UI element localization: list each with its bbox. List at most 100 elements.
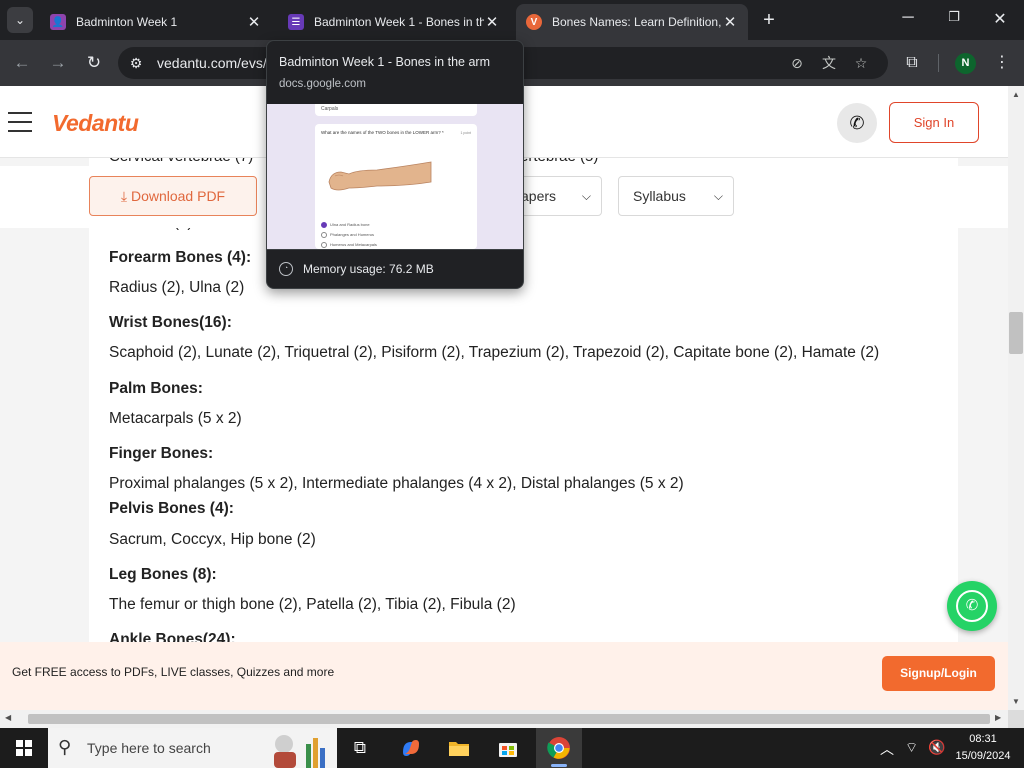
tab-hover-card: Badminton Week 1 - Bones in the arm docs… [266,40,524,289]
tab-badminton-week-1[interactable]: 👤 Badminton Week 1 ✕ [40,4,272,40]
reload-icon[interactable]: ↻ [84,53,104,73]
preview-question: What are the names of the TWO bones in t… [321,130,444,135]
horizontal-scroll-thumb[interactable] [28,714,990,724]
scroll-up-icon[interactable]: ▲ [1008,90,1024,99]
phone-icon[interactable]: ✆ [837,103,877,143]
preview-form-card: Carpals [315,104,477,116]
syllabus-select-label: Syllabus [633,188,686,204]
page-gutter-left [0,158,89,710]
search-icon: ⚲ [58,737,72,757]
restore-icon[interactable]: ❐ [944,9,964,25]
bone-text: Sacrum, Coccyx, Hip bone (2) [109,531,316,548]
bone-heading: Palm Bones: [109,380,203,397]
papers-select-label: apers [521,188,557,204]
search-highlight-illustration-icon [274,735,325,768]
tab-title: Badminton Week 1 - Bones in the arm [314,15,484,29]
site-info-icon[interactable]: ⚙ [126,53,146,73]
tab-badminton-bones[interactable]: ☰ Badminton Week 1 - Bones in the arm ✕ [278,4,510,40]
memory-usage-text: Memory usage: 76.2 MB [303,262,434,276]
bone-heading: Leg Bones (8): [109,566,217,583]
google-forms-icon: ☰ [288,14,304,30]
bone-heading: Wrist Bones(16): [109,314,232,331]
vertical-scrollbar[interactable]: ▲ ▼ [1008,86,1024,710]
copilot-icon[interactable] [399,736,423,760]
hover-card-title: Badminton Week 1 - Bones in the arm [279,55,490,69]
close-tab-icon[interactable]: ✕ [484,13,500,31]
clock-time: 08:31 [969,733,997,745]
vedantu-logo[interactable]: Vedantu [52,110,139,137]
tab-title: Bones Names: Learn Definition, Types and… [552,15,722,29]
vertical-scroll-thumb[interactable] [1009,312,1023,354]
forward-arrow-icon[interactable]: → [48,53,68,73]
chrome-icon [547,737,570,759]
hamburger-menu-icon[interactable] [8,112,32,132]
close-tab-icon[interactable]: ✕ [246,13,262,31]
download-icon: ⤓ [120,188,131,204]
taskbar-clock[interactable]: 08:31 15/09/2024 [948,731,1018,765]
tracking-protection-icon[interactable]: ⊘ [787,53,807,73]
extensions-icon[interactable]: ⧉ [902,53,922,73]
bone-text: Radius (2), Ulna (2) [109,279,245,296]
windows-taskbar: ⚲ Type here to search ⧉ ︿ ⌔ 🔇 08:31 15/0… [0,728,1024,768]
preview-option: Carpals [321,106,339,112]
chevron-down-icon: ⌵ [581,189,591,203]
bone-text: Metacarpals (5 x 2) [109,410,242,427]
preview-option: Phalanges and Humerus [321,232,374,238]
bone-text: Proximal phalanges (5 x 2), Intermediate… [109,475,684,492]
sign-in-button[interactable]: Sign In [889,102,979,143]
preview-points: 1 point [460,131,471,135]
preview-option: Ulna and Radius bone [321,222,370,228]
taskbar-search-placeholder: Type here to search [87,740,211,756]
windows-start-icon[interactable] [16,740,32,756]
scrollbar-corner [1008,710,1024,728]
hover-card-domain: docs.google.com [279,78,366,90]
translate-icon[interactable]: 文 [819,53,839,73]
microsoft-store-icon[interactable] [496,736,520,760]
scroll-right-icon[interactable]: ▶ [995,713,1001,722]
google-classroom-icon: 👤 [50,14,66,30]
preview-form-card: What are the names of the TWO bones in t… [315,124,477,249]
scroll-down-icon[interactable]: ▼ [1008,697,1024,706]
close-window-icon[interactable]: ✕ [990,9,1010,29]
chrome-taskbar-button[interactable] [536,728,582,768]
new-tab-button[interactable]: + [759,10,779,30]
bone-text: The femur or thigh bone (2), Patella (2)… [109,596,516,613]
tab-bones-names[interactable]: V Bones Names: Learn Definition, Types a… [516,4,748,40]
task-view-icon[interactable]: ⧉ [348,736,372,760]
tab-title: Badminton Week 1 [76,15,178,29]
bone-heading: Finger Bones: [109,445,214,462]
back-arrow-icon[interactable]: ← [12,53,32,73]
network-icon[interactable]: ⌔ [905,739,918,757]
whatsapp-icon: ✆ [956,590,988,622]
tab-search-chevron-icon[interactable]: ⌄ [7,7,33,33]
clock-date: 15/09/2024 [955,750,1011,762]
chevron-down-icon: ⌵ [713,189,723,203]
toolbar-divider [938,54,939,72]
download-pdf-label: Download PDF [130,188,226,204]
syllabus-select[interactable]: Syllabus ⌵ [618,176,734,216]
forearm-image [328,161,432,191]
bookmark-star-icon[interactable]: ☆ [851,53,871,73]
profile-avatar[interactable]: N [955,53,976,74]
memory-usage-row: ◔ Memory usage: 76.2 MB [267,249,523,288]
bone-heading: Pelvis Bones (4): [109,500,234,517]
file-explorer-icon[interactable] [447,736,471,760]
vedantu-favicon-icon: V [526,14,542,30]
signup-login-button[interactable]: Signup/Login [882,656,995,691]
minimize-icon[interactable]: ─ [898,9,918,27]
volume-muted-icon[interactable]: 🔇 [928,739,945,756]
scroll-left-icon[interactable]: ◀ [5,713,11,722]
bone-text: Scaphoid (2), Lunate (2), Triquetral (2)… [109,344,880,361]
show-hidden-icons-chevron-icon[interactable]: ︿ [880,739,894,759]
horizontal-scrollbar[interactable]: ◀ ▶ [0,710,1008,728]
whatsapp-chat-button[interactable]: ✆ [947,581,997,631]
promo-text: Get FREE access to PDFs, LIVE classes, Q… [12,665,335,679]
close-tab-icon[interactable]: ✕ [722,13,738,31]
download-pdf-button[interactable]: ⤓ Download PDF [89,176,257,216]
url-text: vedantu.com/evs/ [157,55,267,71]
tab-preview-thumbnail: Carpals What are the names of the TWO bo… [267,104,523,249]
menu-kebab-icon[interactable]: ⋮ [992,53,1012,73]
tab-strip: ⌄ 👤 Badminton Week 1 ✕ ☰ Badminton Week … [0,0,1024,40]
preview-option: Humerus and Metacarpals [321,242,377,248]
bone-heading: Forearm Bones (4): [109,249,252,266]
